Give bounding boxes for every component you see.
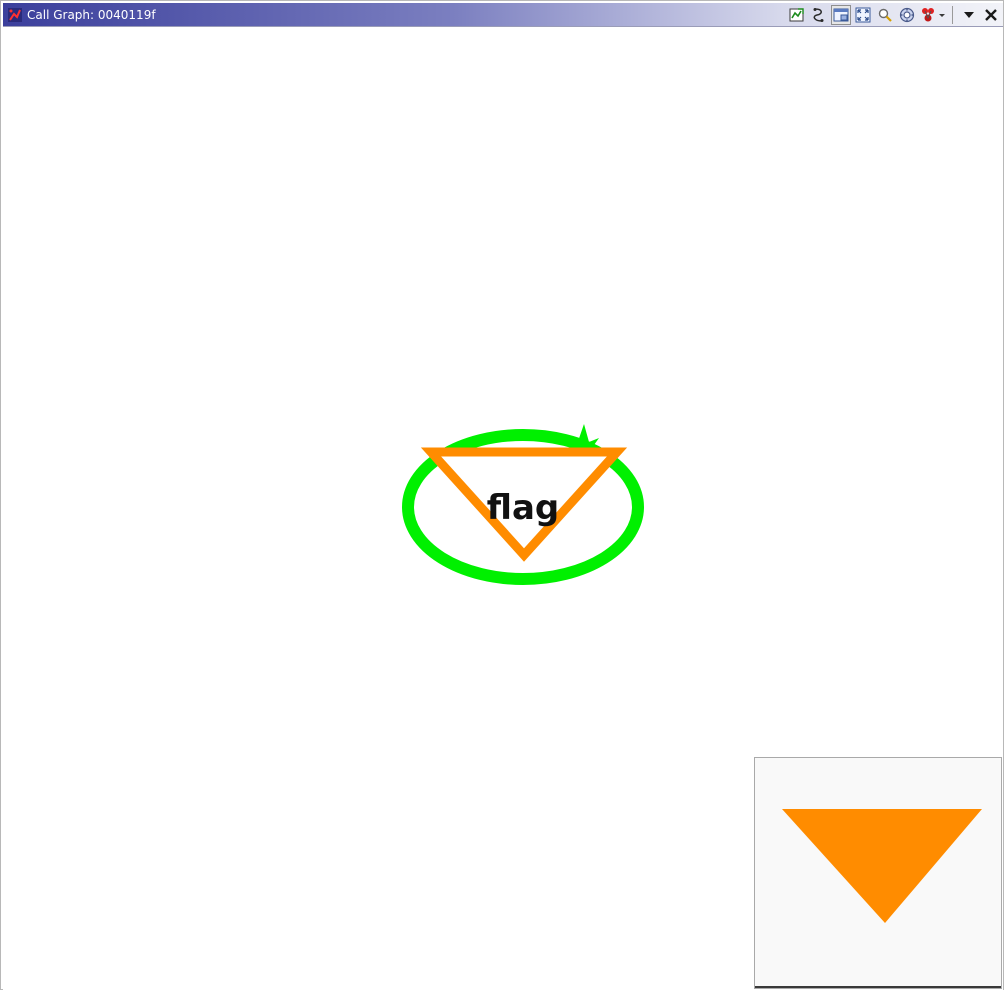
call-graph-app-icon	[8, 8, 22, 22]
graph-vertex-flag[interactable]: flag	[399, 424, 649, 588]
close-button[interactable]	[981, 5, 1001, 25]
satellite-view-icon	[833, 8, 849, 22]
graph-refresh-icon	[789, 8, 804, 22]
layout-icon	[813, 8, 824, 22]
chevron-down-icon	[964, 12, 974, 18]
zoom-to-fit-button[interactable]	[853, 5, 873, 25]
satellite-view-button[interactable]	[831, 5, 851, 25]
vertex-label: flag	[487, 488, 559, 528]
options-icon	[899, 7, 915, 23]
graph-type-icon	[922, 8, 945, 22]
refresh-graph-button[interactable]	[787, 5, 807, 25]
graph-type-button[interactable]	[919, 5, 947, 25]
satellite-overview-panel[interactable]	[754, 757, 1002, 989]
window-title: Call Graph: 0040119f	[27, 8, 156, 22]
layout-button[interactable]	[809, 5, 829, 25]
graph-toolbar	[785, 3, 1003, 27]
title-bar[interactable]: Call Graph: 0040119f	[3, 3, 1003, 27]
close-icon	[985, 9, 997, 21]
view-menu-button[interactable]	[959, 5, 979, 25]
overview-graph	[782, 809, 982, 923]
call-graph-window: Call Graph: 0040119f flag	[0, 0, 1004, 990]
toolbar-separator	[952, 6, 953, 24]
magnifier-icon	[878, 8, 892, 22]
vertex-shape: flag	[402, 424, 644, 585]
zoom-button[interactable]	[875, 5, 895, 25]
fit-window-icon	[855, 7, 871, 23]
overview-bottom-border	[755, 986, 1001, 988]
options-button[interactable]	[897, 5, 917, 25]
overview-vertex-triangle	[782, 809, 982, 923]
